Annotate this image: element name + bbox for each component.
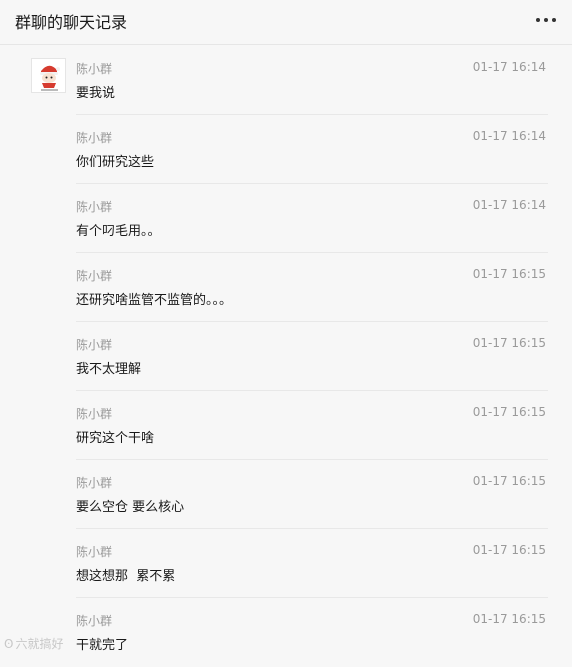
avatar[interactable] bbox=[31, 58, 66, 93]
message-text[interactable]: 干就完了 bbox=[76, 634, 128, 653]
message-item: 陈小群 01-17 16:15 干就完了 bbox=[0, 598, 572, 667]
message-item: 陈小群 01-17 16:15 我不太理解 bbox=[0, 322, 572, 391]
message-text[interactable]: 研究这个干啥 bbox=[76, 427, 154, 446]
sender-name: 陈小群 bbox=[76, 200, 113, 214]
message-text[interactable]: 还研究啥监管不监管的。。。 bbox=[76, 289, 232, 308]
sender-name: 陈小群 bbox=[76, 131, 113, 145]
message-time: 01-17 16:15 bbox=[472, 543, 546, 557]
weibo-logo-icon: ʘ bbox=[4, 636, 14, 651]
message-item: 陈小群 01-17 16:14 要我说 bbox=[0, 46, 572, 115]
sender-name: 陈小群 bbox=[76, 614, 113, 628]
message-item: 陈小群 01-17 16:15 研究这个干啥 bbox=[0, 391, 572, 460]
message-item: 陈小群 01-17 16:14 有个叼毛用。。 bbox=[0, 184, 572, 253]
message-time: 01-17 16:14 bbox=[472, 60, 546, 74]
sender-name: 陈小群 bbox=[76, 545, 113, 559]
watermark: ʘ 六就搞好 bbox=[4, 635, 63, 652]
message-text[interactable]: 你们研究这些 bbox=[76, 151, 154, 170]
more-dots-icon[interactable] bbox=[536, 10, 556, 30]
message-item: 陈小群 01-17 16:15 还研究啥监管不监管的。。。 bbox=[0, 253, 572, 322]
message-list: 陈小群 01-17 16:14 要我说 陈小群 01-17 16:14 你们研究… bbox=[0, 46, 572, 667]
message-time: 01-17 16:15 bbox=[472, 336, 546, 350]
message-time: 01-17 16:14 bbox=[472, 129, 546, 143]
message-time: 01-17 16:15 bbox=[472, 474, 546, 488]
watermark-text: 六就搞好 bbox=[15, 637, 64, 651]
chat-history-header: 群聊的聊天记录 bbox=[0, 0, 572, 45]
sender-name: 陈小群 bbox=[76, 407, 113, 421]
sender-name: 陈小群 bbox=[76, 269, 113, 283]
page-title: 群聊的聊天记录 bbox=[15, 13, 128, 32]
message-time: 01-17 16:14 bbox=[472, 198, 546, 212]
sender-name: 陈小群 bbox=[76, 62, 113, 76]
message-text[interactable]: 要我说 bbox=[76, 82, 115, 101]
message-text[interactable]: 要么空仓 要么核心 bbox=[76, 496, 184, 515]
message-text[interactable]: 我不太理解 bbox=[76, 358, 141, 377]
message-item: 陈小群 01-17 16:15 想这想那 累不累 bbox=[0, 529, 572, 598]
avatar-santa-icon bbox=[32, 59, 65, 92]
message-time: 01-17 16:15 bbox=[472, 405, 546, 419]
message-text[interactable]: 有个叼毛用。。 bbox=[76, 220, 161, 239]
message-time: 01-17 16:15 bbox=[472, 267, 546, 281]
message-item: 陈小群 01-17 16:15 要么空仓 要么核心 bbox=[0, 460, 572, 529]
sender-name: 陈小群 bbox=[76, 476, 113, 490]
message-text[interactable]: 想这想那 累不累 bbox=[76, 565, 175, 584]
message-time: 01-17 16:15 bbox=[472, 612, 546, 626]
message-item: 陈小群 01-17 16:14 你们研究这些 bbox=[0, 115, 572, 184]
sender-name: 陈小群 bbox=[76, 338, 113, 352]
